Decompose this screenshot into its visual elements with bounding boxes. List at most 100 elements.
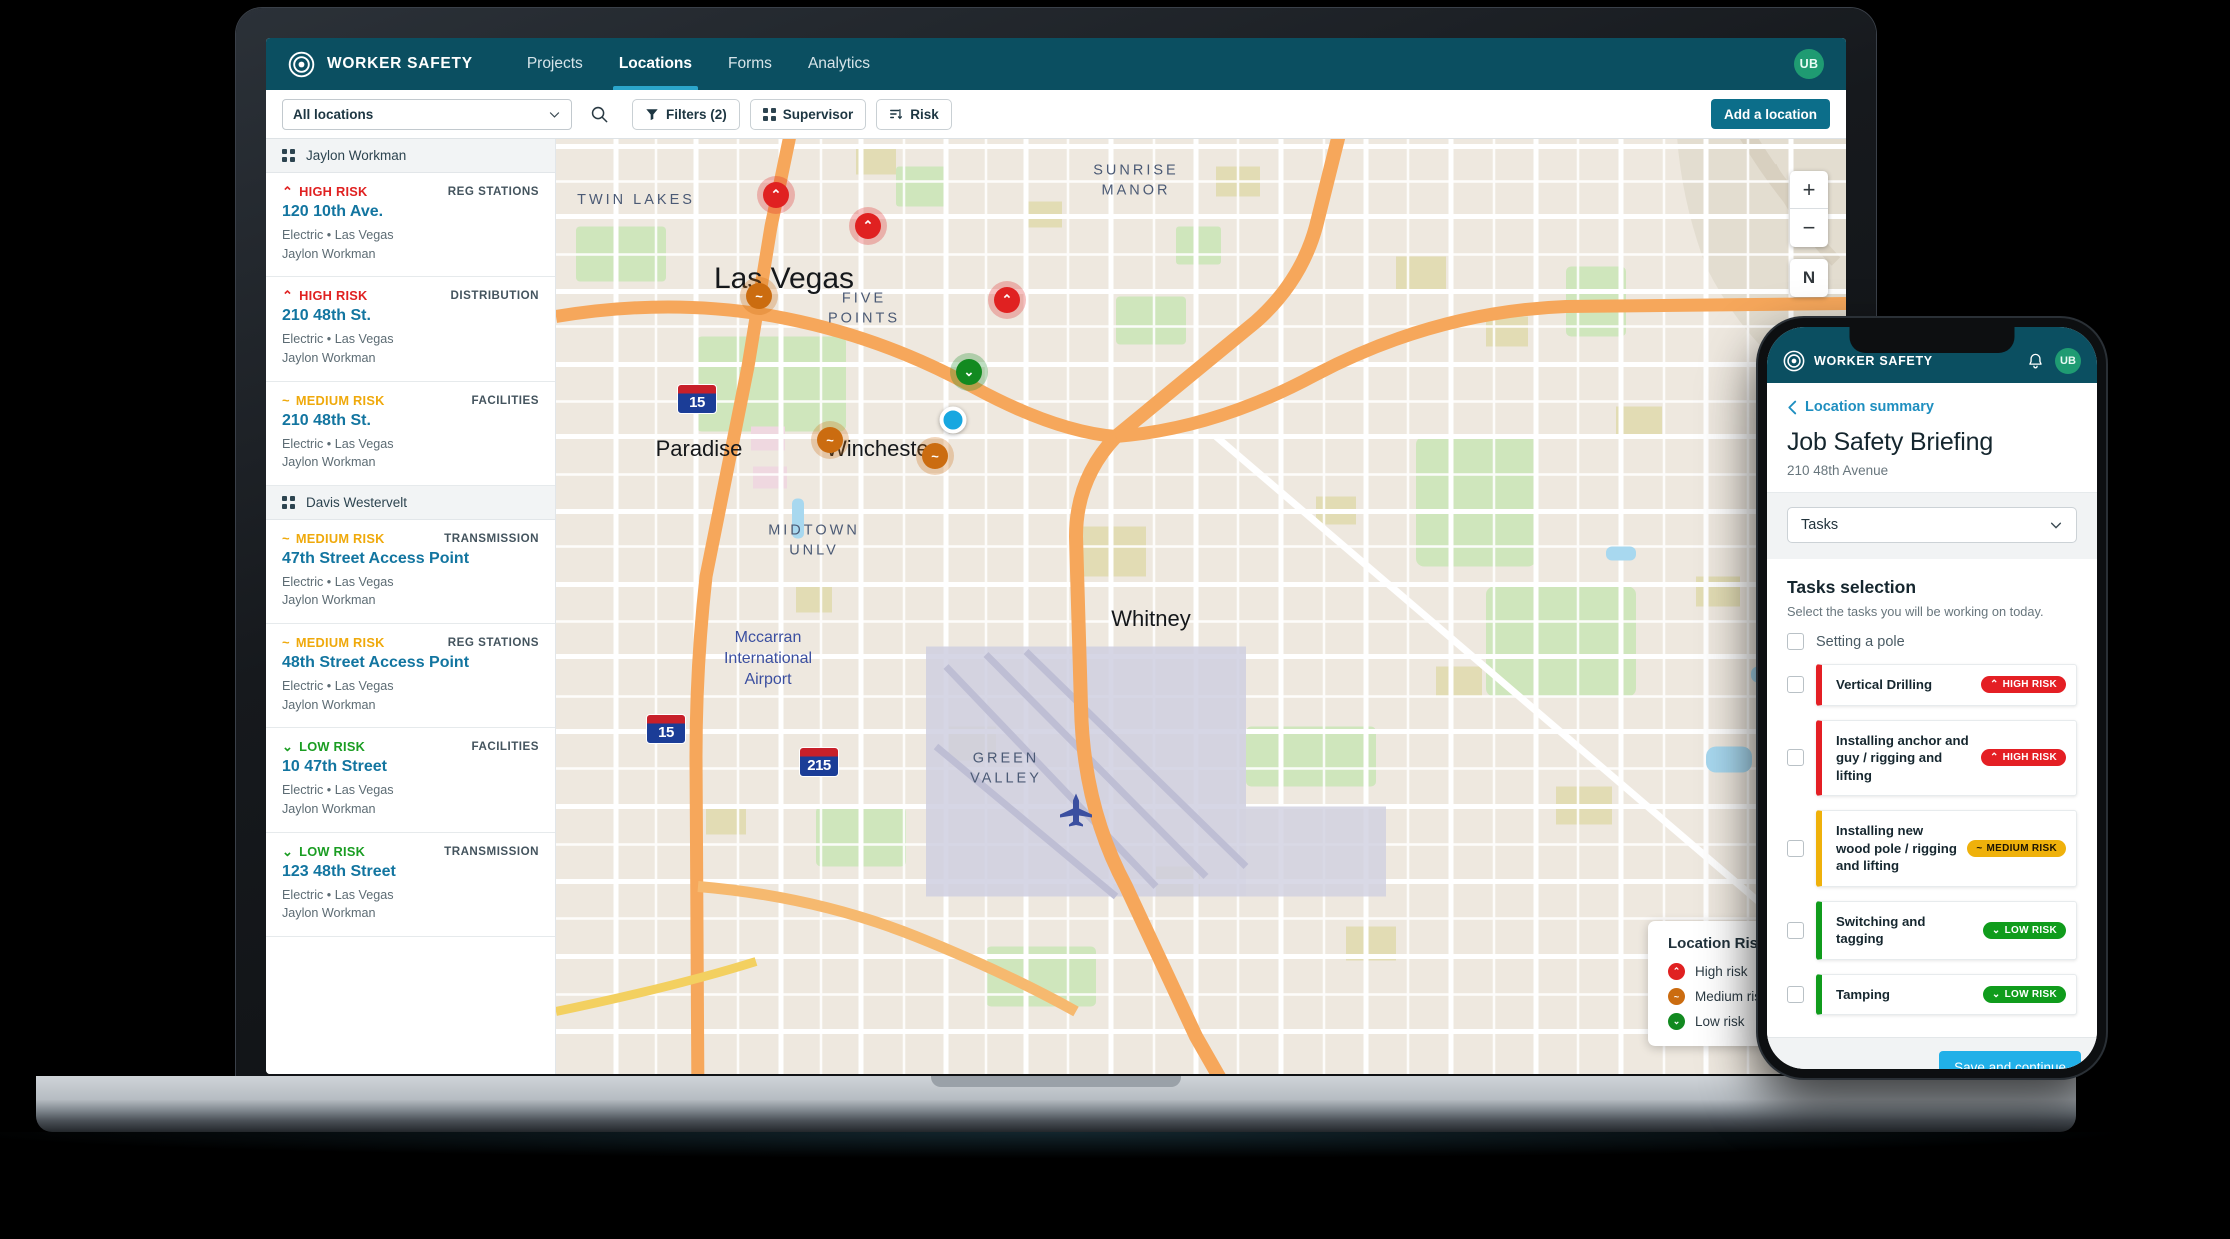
map-marker-medium-risk[interactable]: ~ [817,427,843,453]
task-checkbox[interactable] [1787,633,1804,650]
task-name: Installing anchor and guy / rigging and … [1836,732,1969,783]
phone-device: WORKER SAFETY UB Location summary Job Sa… [1758,318,2106,1078]
location-card-top: ⌃ HIGH RISK DISTRIBUTION [282,288,539,303]
grid-dots-icon [282,495,295,509]
app-body: Jaylon Workman ⌃ HIGH RISK REG STATIONS … [266,139,1846,1074]
location-name[interactable]: 210 48th St. [282,412,539,430]
task-card[interactable]: Switching and tagging ⌄ LOW RISK [1816,900,2077,960]
avatar[interactable]: UB [1794,49,1824,79]
location-select-value: All locations [293,106,374,122]
location-name[interactable]: 123 48th Street [282,863,539,881]
location-card-top: ~ MEDIUM RISK FACILITIES [282,393,539,408]
location-select[interactable]: All locations [282,98,572,130]
compass-north-button[interactable]: N [1790,259,1828,297]
locations-sidebar[interactable]: Jaylon Workman ⌃ HIGH RISK REG STATIONS … [266,139,556,1074]
location-meta-line2: Jaylon Workman [282,697,376,712]
location-category: REG STATIONS [447,185,539,198]
back-link-label: Location summary [1805,399,1934,415]
risk-badge: ⌄ LOW RISK [282,739,365,754]
location-name[interactable]: 10 47th Street [282,758,539,776]
location-card[interactable]: ⌃ HIGH RISK DISTRIBUTION 210 48th St. El… [266,277,555,382]
task-row[interactable]: Switching and tagging ⌄ LOW RISK [1787,900,2077,960]
phone-page-head: Location summary Job Safety Briefing 210… [1767,383,2097,493]
task-card[interactable]: Tamping ⌄ LOW RISK [1816,973,2077,1016]
screenshot-stage: WORKER SAFETY Projects Locations Forms A… [0,0,2230,1239]
location-name[interactable]: 48th Street Access Point [282,654,539,672]
location-category: TRANSMISSION [444,844,539,858]
task-row[interactable]: Tamping ⌄ LOW RISK [1787,973,2077,1016]
location-meta-line1: Electric • Las Vegas [282,574,394,589]
location-card-top: ⌃ HIGH RISK REG STATIONS [282,184,539,199]
map-marker-high-risk[interactable]: ⌃ [994,287,1020,313]
location-meta-line1: Electric • Las Vegas [282,228,394,242]
task-row[interactable]: Installing anchor and guy / rigging and … [1787,719,2077,797]
filters-chip-label: Filters (2) [666,106,727,122]
location-name[interactable]: 47th Street Access Point [282,550,539,568]
risk-badge: ⌄ LOW RISK [282,844,365,859]
map-marker-low-risk[interactable]: ⌄ [956,359,982,385]
legend-medium-risk-label: Medium risk [1695,989,1768,1004]
location-card[interactable]: ~ MEDIUM RISK FACILITIES 210 48th St. El… [266,382,555,486]
laptop-device: WORKER SAFETY Projects Locations Forms A… [0,8,2136,1158]
bell-icon[interactable] [2026,352,2045,371]
risk-badge: ~ MEDIUM RISK [282,635,385,650]
supervisor-chip[interactable]: Supervisor [749,98,867,130]
location-card[interactable]: ⌃ HIGH RISK REG STATIONS 120 10th Ave. E… [266,173,555,278]
phone-avatar[interactable]: UB [2055,348,2081,374]
save-and-continue-button[interactable]: Save and continue [1939,1051,2081,1069]
risk-label-text: LOW RISK [299,843,366,859]
task-checkbox[interactable] [1787,986,1804,1004]
task-name: Installing new wood pole / rigging and l… [1836,823,1957,874]
task-row-plain[interactable]: Setting a pole [1787,633,2077,650]
location-card[interactable]: ⌄ LOW RISK TRANSMISSION 123 48th Street … [266,833,555,937]
phone-footer: Save and continue [1767,1037,2097,1069]
risk-chip-label: Risk [910,106,939,122]
phone-screen: WORKER SAFETY UB Location summary Job Sa… [1767,327,2097,1069]
legend-medium-risk-icon: ~ [1668,988,1685,1005]
map-canvas[interactable]: TWIN LAKES SUNRISE MANOR Las Vegas FIVE PO… [556,139,1846,1074]
task-card[interactable]: Installing anchor and guy / rigging and … [1816,719,2077,797]
add-location-button[interactable]: Add a location [1710,99,1830,129]
zoom-in-button[interactable]: + [1790,171,1828,209]
location-card[interactable]: ⌄ LOW RISK FACILITIES 10 47th Street Ele… [266,728,555,833]
map-marker-high-risk[interactable]: ⌃ [763,182,789,208]
filters-chip[interactable]: Filters (2) [632,98,740,130]
location-name[interactable]: 210 48th St. [282,307,539,325]
location-meta-line1: Electric • Las Vegas [282,679,394,693]
page-title: Job Safety Briefing [1787,428,1994,456]
nav-item-locations[interactable]: Locations [603,38,708,90]
risk-down-icon: ⌄ [1991,989,2001,1001]
tasks-select[interactable]: Tasks [1787,507,2077,543]
tasks-selection-card: Tasks selection Select the tasks you wil… [1767,559,2097,1038]
nav-item-analytics[interactable]: Analytics [792,38,886,90]
task-checkbox[interactable] [1787,921,1804,939]
task-row[interactable]: Vertical Drilling ⌃ HIGH RISK [1787,664,2077,706]
map-marker-medium-risk[interactable]: ~ [746,283,772,309]
search-button[interactable] [584,99,614,130]
task-row[interactable]: Installing new wood pole / rigging and l… [1787,810,2077,887]
location-category: FACILITIES [471,393,539,407]
risk-chip[interactable]: Risk [876,98,952,130]
zoom-out-button[interactable]: − [1790,209,1828,247]
task-checkbox[interactable] [1787,676,1804,694]
back-to-location-summary[interactable]: Location summary [1787,399,2077,415]
legend-high-risk-icon: ⌃ [1668,963,1685,980]
location-meta-line2: Jaylon Workman [282,906,376,921]
risk-badge: ⌃ HIGH RISK [282,288,368,303]
map-marker-medium-risk[interactable]: ~ [922,443,948,469]
location-card[interactable]: ~ MEDIUM RISK REG STATIONS 48th Street A… [266,624,555,729]
location-card[interactable]: ~ MEDIUM RISK TRANSMISSION 47th Street A… [266,520,555,624]
task-checkbox[interactable] [1787,749,1804,767]
laptop-shadow [0,1132,2136,1158]
location-meta-line2: Jaylon Workman [282,801,376,816]
map-marker-high-risk[interactable]: ⌃ [855,213,881,239]
nav-item-projects[interactable]: Projects [511,38,599,90]
map-marker-current-location[interactable] [939,406,967,434]
task-card[interactable]: Installing new wood pole / rigging and l… [1816,810,2077,887]
brand: WORKER SAFETY [288,51,473,78]
task-checkbox[interactable] [1787,840,1804,857]
nav-item-forms[interactable]: Forms [712,38,788,90]
location-name[interactable]: 120 10th Ave. [282,203,539,221]
task-card[interactable]: Vertical Drilling ⌃ HIGH RISK [1816,664,2077,706]
task-risk-badge: ⌃ HIGH RISK [1980,749,2066,767]
